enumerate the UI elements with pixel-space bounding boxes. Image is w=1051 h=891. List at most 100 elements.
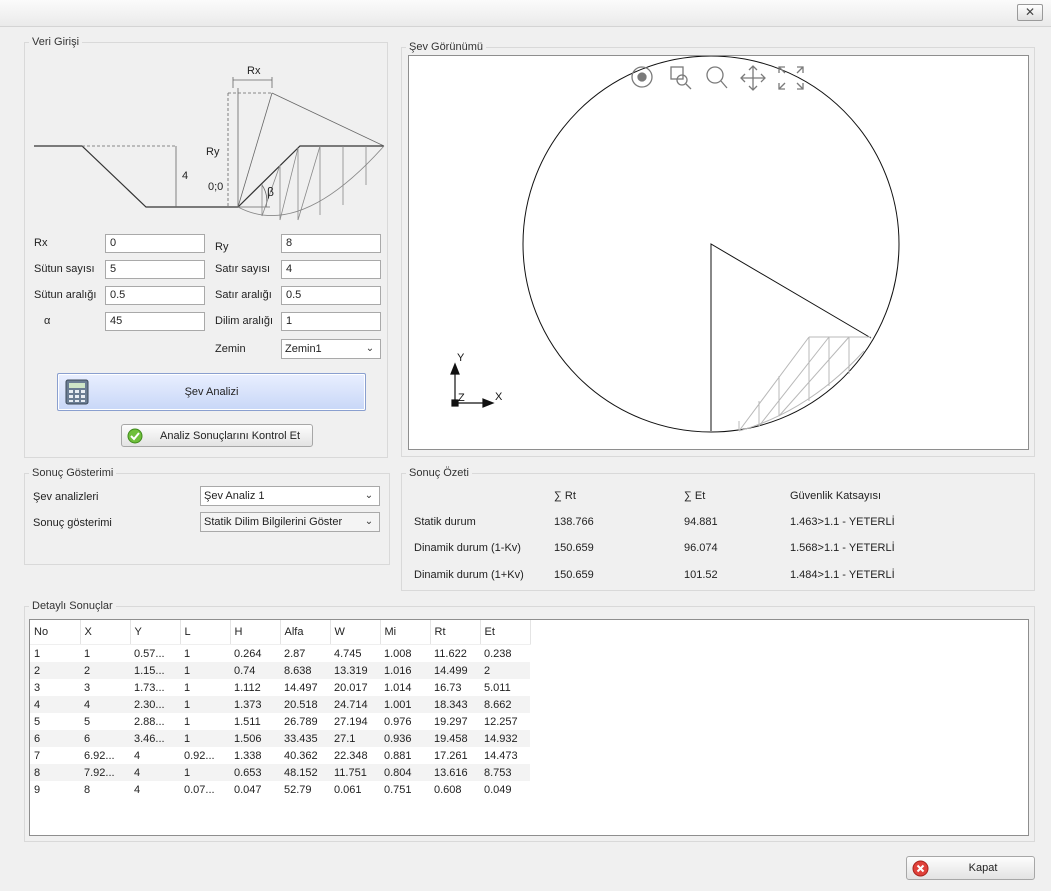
col-spacing-input[interactable]: 0.5 bbox=[105, 286, 205, 305]
slope-analyses-select[interactable]: Şev Analiz 1 ⌄ bbox=[200, 486, 380, 506]
table-cell: 24.714 bbox=[330, 696, 380, 713]
check-results-button[interactable]: Analiz Sonuçlarını Kontrol Et bbox=[121, 424, 313, 447]
table-cell: 6.92... bbox=[84, 749, 115, 762]
summary-row-et: 101.52 bbox=[684, 569, 718, 581]
table-row[interactable]: 2 2 1.15... 1 0.74 8.638 13.319 1.016 14.499 2 bbox=[30, 662, 530, 679]
cols-input[interactable]: 5 bbox=[105, 260, 205, 279]
column-header[interactable]: Et bbox=[480, 620, 531, 645]
alpha-input[interactable]: 45 bbox=[105, 312, 205, 331]
table-row[interactable]: 1 1 0.57... 1 0.264 2.87 4.745 1.008 11.622 0.238 bbox=[30, 645, 530, 663]
rows-input[interactable]: 4 bbox=[281, 260, 381, 279]
table-row[interactable]: 3 3 1.73... 1 1.112 14.497 20.017 1.014 16.73 5.0… bbox=[30, 679, 530, 696]
summary-row-label: Dinamik durum (1-Kv) bbox=[414, 542, 521, 554]
slice-spacing-label: Dilim aralığı bbox=[215, 315, 274, 327]
zoom-icon bbox=[706, 66, 728, 89]
column-header[interactable]: X bbox=[80, 620, 131, 645]
table-cell: 4 bbox=[134, 783, 141, 796]
result-display-label: Sonuç gösterimi bbox=[33, 517, 112, 529]
table-row[interactable]: 5 5 2.88... 1 1.511 26.789 27.194 0.976 19.297 12… bbox=[30, 713, 530, 730]
table-cell: 1.506 bbox=[230, 730, 280, 747]
table-row[interactable]: 4 4 2.30... 1 1.373 20.518 24.714 1.001 18.343 8.… bbox=[30, 696, 530, 713]
diagram-ry-label: Ry bbox=[206, 146, 220, 158]
summary-title: Sonuç Özeti bbox=[406, 467, 472, 479]
table-cell: 17.261 bbox=[434, 749, 468, 762]
diagram-rx-label: Rx bbox=[247, 65, 261, 77]
slice-spacing-input[interactable]: 1 bbox=[281, 312, 381, 331]
table-cell: 6 bbox=[30, 730, 80, 747]
row-spacing-input[interactable]: 0.5 bbox=[281, 286, 381, 305]
table-cell: 1.001 bbox=[380, 696, 430, 713]
details-table-panel[interactable]: No X Y L H Alfa W Mi Rt Et 1 1 0.57... 1 0.2… bbox=[29, 619, 1029, 836]
table-cell: 4 bbox=[130, 764, 180, 781]
slope-view-canvas[interactable]: Y X Z bbox=[408, 55, 1029, 450]
table-cell: 2 bbox=[80, 662, 130, 679]
summary-row-label: Statik durum bbox=[414, 516, 476, 528]
column-header[interactable]: L bbox=[180, 620, 231, 645]
check-icon bbox=[127, 428, 143, 444]
chevron-down-icon: ⌄ bbox=[364, 516, 374, 527]
table-cell: 1 bbox=[180, 696, 230, 713]
table-cell: 11.622 bbox=[434, 647, 467, 660]
table-cell: 0.264 bbox=[234, 647, 262, 660]
table-cell: 19.297 bbox=[434, 715, 468, 728]
table-cell: 1 bbox=[180, 662, 230, 679]
summary-header-et: ∑ Et bbox=[684, 490, 706, 502]
table-cell: 52.79 bbox=[284, 783, 312, 796]
table-cell: 40.362 bbox=[284, 749, 318, 762]
details-table-body: 1 1 0.57... 1 0.264 2.87 4.745 1.008 11.622 0.238… bbox=[30, 645, 530, 799]
slope-analysis-button[interactable]: Şev Analizi bbox=[57, 373, 366, 411]
table-cell: 16.73 bbox=[434, 681, 462, 694]
table-row[interactable]: 7 6.92... 4 0.92... 1.338 40.362 22.348 0.881 17… bbox=[30, 747, 530, 764]
table-cell: 0.238 bbox=[484, 647, 512, 660]
table-row[interactable]: 9 8 4 0.07... 0.047 52.79 0.061 0.751 0.608 0.049 bbox=[30, 781, 530, 798]
window-close-button[interactable]: ✕ bbox=[1017, 4, 1043, 21]
column-header[interactable]: No bbox=[30, 620, 81, 645]
column-header[interactable]: Mi bbox=[380, 620, 431, 645]
table-cell: 0.653 bbox=[230, 764, 280, 781]
column-header[interactable]: H bbox=[230, 620, 281, 645]
summary-row-rt: 150.659 bbox=[554, 569, 594, 581]
table-cell: 0.936 bbox=[380, 730, 430, 747]
col-spacing-label: Sütun aralığı bbox=[34, 289, 97, 301]
soil-select[interactable]: Zemin1 ⌄ bbox=[281, 339, 381, 359]
table-cell: 0.061 bbox=[334, 783, 362, 796]
column-header[interactable]: Alfa bbox=[280, 620, 331, 645]
table-cell: 1 bbox=[184, 647, 191, 660]
summary-row-et: 94.881 bbox=[684, 516, 718, 528]
zoom-window-icon bbox=[670, 66, 692, 90]
ry-input[interactable]: 8 bbox=[281, 234, 381, 253]
details-table: No X Y L H Alfa W Mi Rt Et 1 1 0.57... 1 0.2… bbox=[30, 620, 531, 798]
table-cell: 3 bbox=[84, 681, 91, 694]
pan-icon bbox=[740, 65, 766, 91]
summary-row-rt: 138.766 bbox=[554, 516, 594, 528]
result-display-select[interactable]: Statik Dilim Bilgilerini Göster ⌄ bbox=[200, 512, 380, 532]
table-cell: 5.011 bbox=[484, 681, 511, 694]
table-header-row: No X Y L H Alfa W Mi Rt Et bbox=[30, 620, 531, 645]
close-circle-icon bbox=[912, 860, 929, 877]
table-cell: 26.789 bbox=[284, 715, 318, 728]
diagram-beta-label: β bbox=[267, 185, 274, 199]
table-cell: 0.804 bbox=[380, 764, 430, 781]
chevron-down-icon: ⌄ bbox=[365, 343, 375, 354]
result-display-value: Statik Dilim Bilgilerini Göster bbox=[204, 516, 343, 528]
table-row[interactable]: 8 7.92... 4 1 0.653 48.152 11.751 0.804 13.616 8.… bbox=[30, 764, 530, 781]
table-cell: 13.616 bbox=[430, 764, 480, 781]
rx-input[interactable]: 0 bbox=[105, 234, 205, 253]
eye-icon bbox=[631, 66, 653, 88]
ry-label: Ry bbox=[215, 241, 229, 253]
column-header[interactable]: W bbox=[330, 620, 381, 645]
alpha-label: α bbox=[44, 315, 51, 327]
table-cell: 0.751 bbox=[384, 783, 412, 796]
column-header[interactable]: Rt bbox=[430, 620, 481, 645]
table-cell: 1 bbox=[34, 647, 41, 660]
column-header[interactable]: Y bbox=[130, 620, 181, 645]
view-toolbar bbox=[631, 65, 804, 91]
table-cell: 4 bbox=[134, 749, 141, 762]
table-cell: 22.348 bbox=[334, 749, 368, 762]
table-cell: 2.88... bbox=[134, 715, 165, 728]
cols-label: Sütun sayısı bbox=[34, 263, 95, 275]
close-dialog-button[interactable]: Kapat bbox=[906, 856, 1035, 880]
table-row[interactable]: 6 6 3.46... 1 1.506 33.435 27.1 0.936 19.458 14.9… bbox=[30, 730, 530, 747]
table-cell: 14.473 bbox=[484, 749, 518, 762]
table-cell: 4 bbox=[80, 696, 130, 713]
